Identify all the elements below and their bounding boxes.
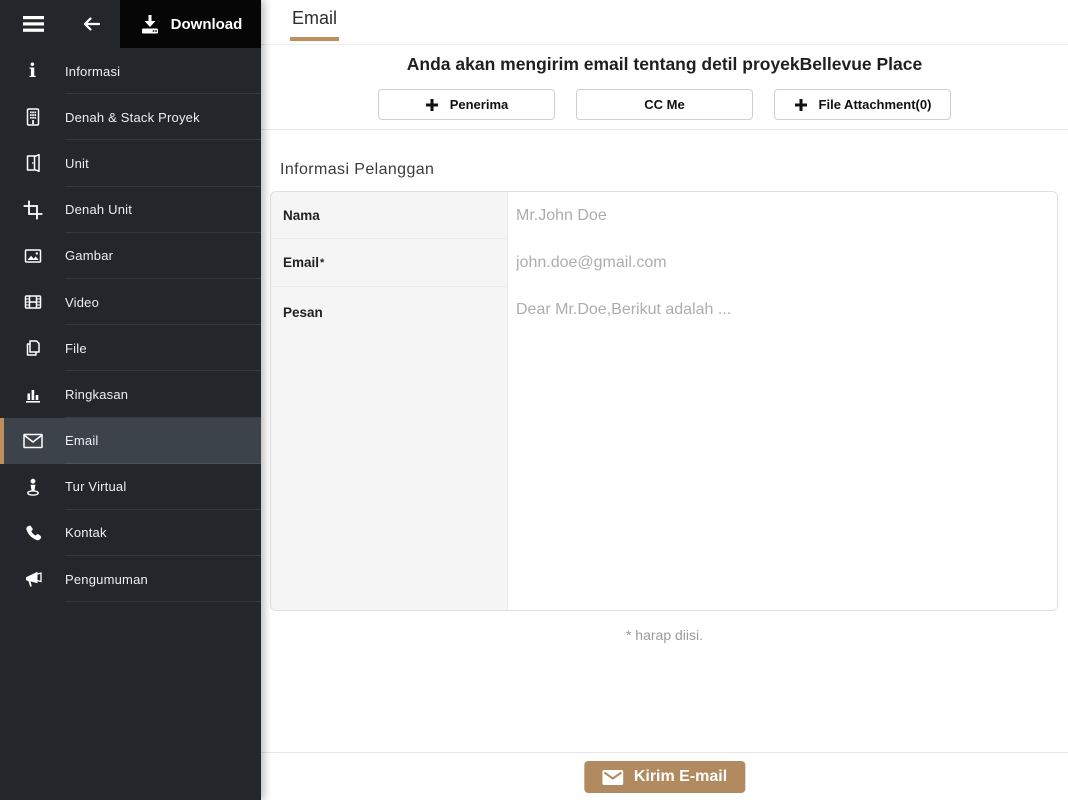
sidebar-item-tur-virtual[interactable]: Tur Virtual (0, 464, 261, 511)
megaphone-icon (0, 569, 65, 589)
penerima-button[interactable]: Penerima (378, 89, 555, 120)
tab-email[interactable]: Email (290, 8, 340, 41)
plus-icon (425, 98, 439, 112)
kirim-email-label: Kirim E-mail (633, 768, 728, 785)
sidebar-item-label: Denah Unit (65, 202, 133, 218)
required-asterisk: * (320, 256, 325, 269)
sidebar-item-label: Ringkasan (65, 386, 129, 402)
sidebar-item-pengumuman[interactable]: Pengumuman (0, 556, 261, 603)
sidebar-item-denah-unit[interactable]: Denah Unit (0, 187, 261, 233)
sidebar-item-label: Denah & Stack Proyek (65, 109, 200, 125)
plus-icon (794, 98, 808, 112)
copy-icon (0, 338, 65, 358)
back-button[interactable] (78, 12, 106, 36)
download-icon (139, 13, 161, 35)
sidebar-item-video[interactable]: Video (0, 279, 261, 326)
penerima-button-label: Penerima (449, 97, 509, 112)
nama-label: Nama (271, 192, 508, 238)
email-header-section: Anda akan mengirim email tentang detil p… (261, 45, 1068, 130)
sidebar-topbar: Download (0, 0, 261, 48)
envelope-icon (601, 769, 623, 785)
email-row: Email * (271, 239, 1057, 287)
page-title: Anda akan mengirim email tentang detil p… (406, 54, 923, 74)
sidebar-item-unit[interactable]: Unit (0, 140, 261, 187)
bar-chart-icon (0, 384, 65, 404)
action-buttons-row: Penerima CC Me File Attachment(0) (261, 89, 1068, 120)
sidebar-nav: i Informasi Denah & Stack Proyek Unit De… (0, 48, 261, 603)
file-attachment-button-label: File Attachment(0) (818, 97, 932, 112)
sidebar-item-label: Email (65, 433, 99, 449)
arrow-left-icon (81, 15, 103, 33)
sidebar-item-kontak[interactable]: Kontak (0, 510, 261, 557)
film-icon (0, 292, 65, 312)
sidebar-item-label: Pengumuman (65, 571, 148, 587)
building-icon (0, 107, 65, 127)
door-icon (0, 153, 65, 173)
sidebar-item-label: Video (65, 294, 100, 310)
download-label: Download (170, 15, 243, 33)
menu-icon (22, 14, 46, 34)
cc-me-button[interactable]: CC Me (576, 89, 753, 120)
sidebar-item-label: File (65, 340, 87, 356)
pesan-label: Pesan (271, 287, 508, 610)
info-icon: i (28, 59, 37, 82)
download-button[interactable]: Download (120, 0, 261, 48)
pesan-row: Pesan (271, 287, 1057, 610)
street-view-icon (0, 477, 65, 497)
email-label: Email * (271, 239, 508, 286)
sidebar-item-informasi[interactable]: i Informasi (0, 48, 261, 95)
nama-input[interactable] (508, 192, 1057, 239)
sidebar-item-ringkasan[interactable]: Ringkasan (0, 371, 261, 418)
sidebar-item-email[interactable]: Email (0, 417, 261, 464)
crop-icon (0, 200, 65, 220)
sidebar-item-gambar[interactable]: Gambar (0, 233, 261, 280)
pesan-textarea[interactable] (508, 287, 1057, 610)
cc-me-button-label: CC Me (644, 97, 685, 112)
sidebar-item-file[interactable]: File (0, 325, 261, 372)
sidebar-item-label: Kontak (65, 525, 107, 541)
email-input[interactable] (508, 239, 1057, 287)
footer-divider (261, 752, 1068, 753)
nama-row: Nama (271, 192, 1057, 239)
sidebar-item-label: Tur Virtual (65, 479, 127, 495)
customer-info-form: Nama Email* Pesan (270, 191, 1058, 611)
section-title: Informasi Pelanggan (280, 161, 435, 178)
tab-bar: Email (261, 0, 1068, 45)
sidebar-item-label: Informasi (65, 63, 121, 79)
sidebar-item-label: Unit (65, 155, 89, 171)
envelope-icon (0, 432, 65, 450)
phone-icon (0, 523, 65, 543)
menu-button[interactable] (20, 12, 48, 36)
file-attachment-button[interactable]: File Attachment(0) (774, 89, 951, 120)
required-note: * harap diisi. (625, 627, 704, 643)
image-icon (0, 246, 65, 266)
sidebar-item-denah-stack-proyek[interactable]: Denah & Stack Proyek (0, 94, 261, 141)
kirim-email-button[interactable]: Kirim E-mail (583, 761, 746, 793)
main-content: Email Anda akan mengirim email tentang d… (261, 0, 1068, 800)
sidebar: Download i Informasi Denah & Stack Proye… (0, 0, 261, 800)
sidebar-item-label: Gambar (65, 248, 114, 264)
